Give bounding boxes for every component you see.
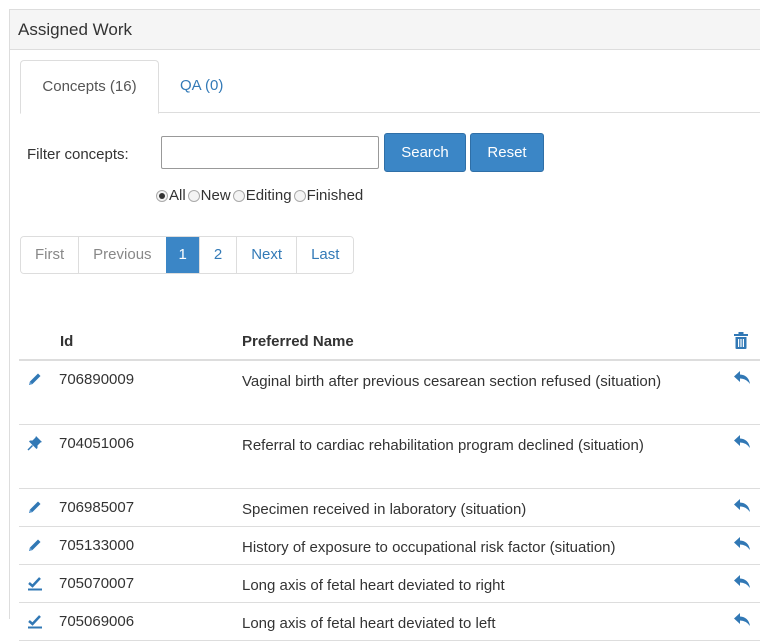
share-reply-icon[interactable] bbox=[733, 536, 751, 552]
pencil-icon[interactable] bbox=[27, 371, 43, 387]
page-2[interactable]: 2 bbox=[198, 237, 237, 273]
assigned-work-panel: Assigned Work Concepts (16) QA (0) Filte… bbox=[9, 9, 760, 641]
pagination: First Previous 1 2 Next Last bbox=[20, 236, 355, 274]
concept-preferred-name: Vaginal birth after previous cesarean se… bbox=[242, 373, 662, 390]
table-header: Id Preferred Name bbox=[19, 330, 760, 361]
radio-editing[interactable]: Editing bbox=[232, 187, 292, 204]
trash-icon[interactable] bbox=[734, 332, 748, 349]
page-next[interactable]: Next bbox=[236, 237, 297, 273]
reset-button[interactable]: Reset bbox=[470, 133, 544, 172]
filter-concepts-label: Filter concepts: bbox=[27, 146, 129, 163]
radio-all-indicator[interactable] bbox=[156, 189, 168, 202]
tab-concepts[interactable]: Concepts (16) bbox=[20, 60, 159, 114]
table-row[interactable]: 704051006 Referral to cardiac rehabilitat… bbox=[19, 425, 760, 489]
concept-preferred-name: Long axis of fetal heart deviated to lef… bbox=[242, 615, 496, 632]
table-row[interactable]: 706985007 Specimen received in laboratory… bbox=[19, 489, 760, 527]
share-reply-icon[interactable] bbox=[733, 498, 751, 514]
page-1[interactable]: 1 bbox=[165, 237, 199, 273]
concept-id: 704051006 bbox=[59, 435, 135, 452]
column-header-id: Id bbox=[60, 333, 74, 350]
concept-id: 705133000 bbox=[59, 537, 135, 554]
concept-id: 706985007 bbox=[59, 499, 135, 516]
concept-preferred-name: Long axis of fetal heart deviated to rig… bbox=[242, 577, 505, 594]
radio-all[interactable]: All bbox=[156, 187, 186, 204]
concept-preferred-name: History of exposure to occupational risk… bbox=[242, 539, 616, 556]
radio-new-label: New bbox=[200, 187, 231, 204]
concept-id: 705070007 bbox=[59, 575, 135, 592]
share-reply-icon[interactable] bbox=[733, 434, 751, 450]
radio-finished-indicator[interactable] bbox=[293, 189, 306, 202]
concept-preferred-name: Specimen received in laboratory (situati… bbox=[242, 501, 527, 518]
status-radio-group: All New Editing Finished bbox=[156, 187, 365, 204]
concept-preferred-name: Referral to cardiac rehabilitation progr… bbox=[242, 437, 644, 454]
search-button[interactable]: Search bbox=[384, 133, 466, 172]
radio-finished-label: Finished bbox=[306, 187, 364, 204]
panel-title: Assigned Work bbox=[10, 10, 760, 50]
share-reply-icon[interactable] bbox=[733, 574, 751, 590]
table-row[interactable]: 705133000 History of exposure to occupati… bbox=[19, 527, 760, 565]
tab-qa[interactable]: QA (0) bbox=[176, 60, 227, 114]
share-reply-icon[interactable] bbox=[733, 612, 751, 628]
table-row[interactable]: 705070007 Long axis of fetal heart deviat… bbox=[19, 565, 760, 603]
radio-all-label: All bbox=[169, 187, 186, 204]
share-reply-icon[interactable] bbox=[733, 370, 751, 386]
page-first[interactable]: First bbox=[21, 237, 79, 273]
table-body: 706890009 Vaginal birth after previous ce… bbox=[19, 361, 760, 641]
concept-id: 706890009 bbox=[59, 371, 135, 388]
page-last[interactable]: Last bbox=[296, 237, 354, 273]
check-icon[interactable] bbox=[27, 613, 43, 629]
radio-new[interactable]: New bbox=[187, 187, 231, 204]
radio-finished[interactable]: Finished bbox=[293, 187, 364, 204]
table-row[interactable]: 705069006 Long axis of fetal heart deviat… bbox=[19, 603, 760, 641]
table-row[interactable]: 706890009 Vaginal birth after previous ce… bbox=[19, 361, 760, 425]
check-icon[interactable] bbox=[27, 575, 43, 591]
radio-editing-indicator[interactable] bbox=[232, 189, 245, 202]
pushpin-icon[interactable] bbox=[27, 435, 43, 451]
radio-new-indicator[interactable] bbox=[187, 189, 200, 202]
tab-bar: Concepts (16) QA (0) bbox=[20, 60, 760, 114]
column-header-preferred-name: Preferred Name bbox=[242, 333, 354, 350]
pencil-icon[interactable] bbox=[27, 499, 43, 515]
page-previous[interactable]: Previous bbox=[78, 237, 166, 273]
concepts-table: Id Preferred Name 706890009 Vaginal birth… bbox=[19, 330, 760, 641]
filter-concepts-input[interactable] bbox=[161, 136, 379, 169]
pencil-icon[interactable] bbox=[27, 537, 43, 553]
concept-id: 705069006 bbox=[59, 613, 135, 630]
radio-editing-label: Editing bbox=[245, 187, 292, 204]
